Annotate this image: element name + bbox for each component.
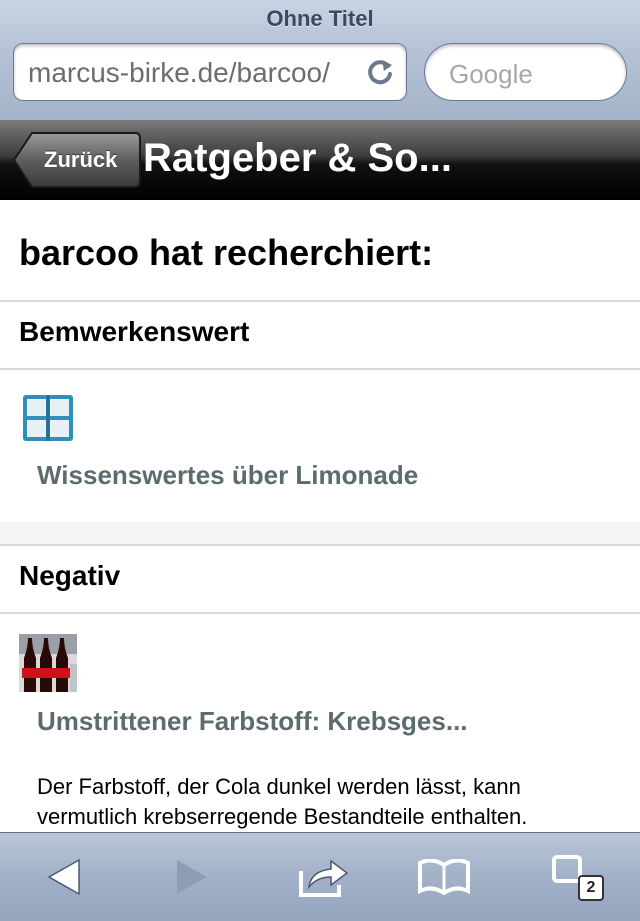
browser-top-bar: Ohne Titel marcus-birke.de/barcoo/ Googl…	[0, 0, 640, 121]
section-spacer	[0, 522, 640, 544]
back-button-label[interactable]: Zurück	[44, 147, 117, 173]
back-nav-button[interactable]	[24, 833, 104, 921]
tab-count-badge[interactable]: 2	[578, 875, 604, 901]
article-link[interactable]: Wissenswertes über Limonade	[37, 460, 418, 491]
cola-bottles-thumbnail	[19, 634, 77, 692]
page-title: Ohne Titel	[266, 6, 374, 31]
search-field[interactable]: Google	[424, 43, 627, 101]
forward-arrow-icon[interactable]	[175, 858, 209, 896]
app-navbar: Zurück Ratgeber & So...	[0, 120, 640, 200]
section-title: Negativ	[19, 560, 121, 591]
reload-icon[interactable]	[364, 56, 396, 88]
search-placeholder[interactable]: Google	[449, 59, 533, 90]
forward-nav-button[interactable]	[152, 833, 232, 921]
book-icon	[23, 395, 73, 441]
back-arrow-icon[interactable]	[47, 858, 81, 896]
back-button[interactable]: Zurück	[12, 131, 142, 188]
article-teaser: Der Farbstoff, der Cola dunkel werden lä…	[37, 774, 528, 829]
list-item[interactable]: Wissenswertes über Limonade	[0, 370, 640, 522]
list-item[interactable]: Umstrittener Farbstoff: Krebsges... Der …	[0, 614, 640, 832]
navbar-title: Ratgeber & So...	[143, 136, 452, 180]
tabs-button[interactable]: 2	[534, 833, 614, 921]
share-icon[interactable]	[299, 857, 349, 897]
browser-bottom-toolbar: 2	[0, 832, 640, 921]
page-content: barcoo hat recherchiert: Bemwerkenswert …	[0, 200, 640, 832]
url-text[interactable]: marcus-birke.de/barcoo/	[28, 57, 348, 89]
section-title: Bemwerkenswert	[19, 316, 250, 347]
bookmarks-book-icon[interactable]	[418, 859, 470, 895]
content-headline: barcoo hat recherchiert:	[19, 232, 434, 273]
share-button[interactable]	[284, 833, 364, 921]
article-link[interactable]: Umstrittener Farbstoff: Krebsges...	[37, 706, 468, 737]
bookmarks-button[interactable]	[404, 833, 484, 921]
section-header-negativ: Negativ	[0, 544, 640, 614]
address-bar[interactable]: marcus-birke.de/barcoo/	[13, 43, 407, 101]
section-header-bemerkenswert: Bemwerkenswert	[0, 300, 640, 370]
